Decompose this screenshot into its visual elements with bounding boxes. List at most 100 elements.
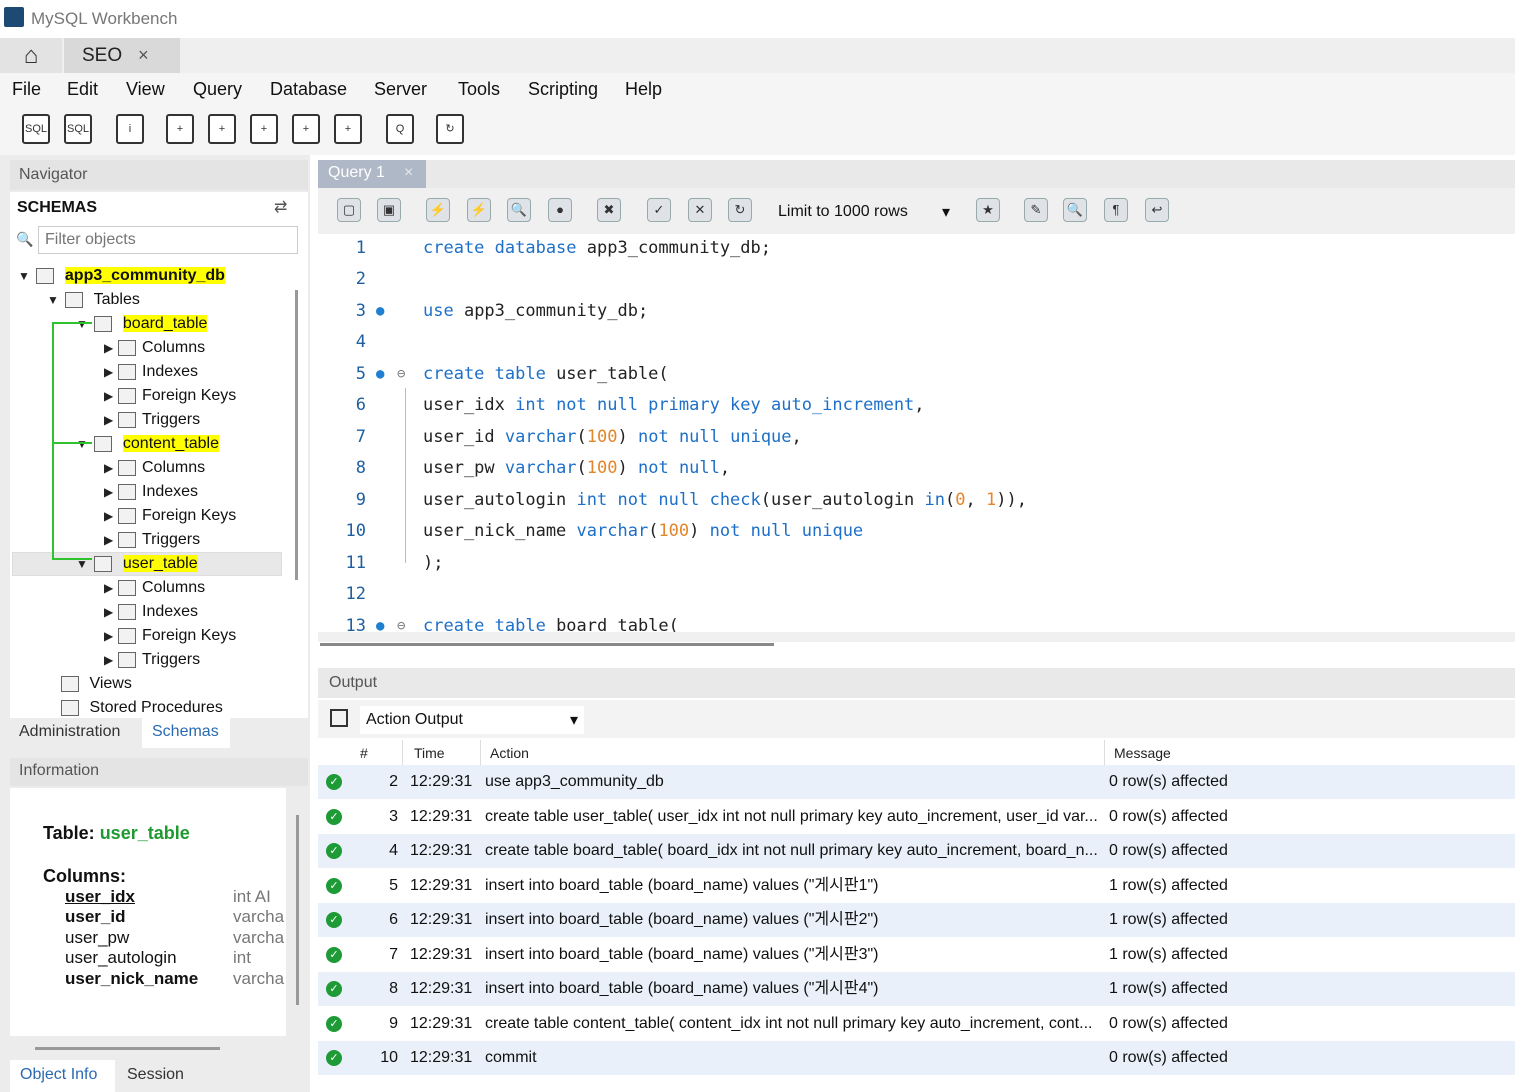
save-icon[interactable]: ▣ <box>377 198 401 222</box>
menu-database[interactable]: Database <box>270 79 347 100</box>
output-row[interactable]: ✓ 6 12:29:31 insert into board_table (bo… <box>318 903 1515 937</box>
tree-item-indexes[interactable]: ▶ Indexes <box>104 480 198 504</box>
code-line[interactable]: 8 user_pw varchar(100) not null, <box>318 453 1515 484</box>
column-separator[interactable] <box>402 740 403 766</box>
code-line[interactable]: 2 <box>318 264 1515 295</box>
tree-stored-procedures[interactable]: Stored Procedures <box>61 696 223 720</box>
expand-arrow-icon[interactable]: ▼ <box>76 552 90 576</box>
menu-server[interactable]: Server <box>374 79 427 100</box>
tab-session[interactable]: Session <box>127 1066 184 1084</box>
find-icon[interactable]: 🔍 <box>1063 198 1087 222</box>
column-separator[interactable] <box>1104 740 1105 766</box>
tree-table-content[interactable]: ▼ content_table <box>76 432 219 456</box>
code-line[interactable]: 10 user_nick_name varchar(100) not null … <box>318 516 1515 547</box>
collapse-arrow-icon[interactable]: ▶ <box>104 408 118 432</box>
output-row[interactable]: ✓ 4 12:29:31 create table board_table( b… <box>318 834 1515 868</box>
create-schema-icon[interactable]: + <box>166 114 194 144</box>
menu-tools[interactable]: Tools <box>458 79 500 100</box>
output-row[interactable]: ✓ 8 12:29:31 insert into board_table (bo… <box>318 972 1515 1006</box>
column-header-number[interactable]: # <box>360 745 368 761</box>
stop-icon[interactable]: ● <box>548 198 572 222</box>
execute-icon[interactable]: ⚡ <box>426 198 450 222</box>
collapse-arrow-icon[interactable]: ▶ <box>104 384 118 408</box>
copy-icon[interactable] <box>330 709 348 727</box>
tree-item-columns[interactable]: ▶ Columns <box>104 336 205 360</box>
limit-rows-select[interactable]: Limit to 1000 rows ▾ <box>772 199 956 225</box>
information-scrollbar[interactable] <box>296 815 299 1005</box>
tree-table-user[interactable]: ▼ user_table <box>76 552 198 576</box>
autocommit-icon[interactable]: ↻ <box>728 198 752 222</box>
collapse-arrow-icon[interactable]: ▶ <box>104 480 118 504</box>
menu-scripting[interactable]: Scripting <box>528 79 598 100</box>
code-line[interactable]: 13 ● ⊖ create table board_table( <box>318 611 1515 632</box>
close-icon[interactable]: × <box>138 45 149 66</box>
output-row[interactable]: ✓ 5 12:29:31 insert into board_table (bo… <box>318 869 1515 903</box>
column-header-action[interactable]: Action <box>490 745 529 761</box>
home-tab[interactable]: ⌂ <box>0 38 62 73</box>
rollback-icon[interactable]: ✕ <box>688 198 712 222</box>
tree-item-columns[interactable]: ▶ Columns <box>104 456 205 480</box>
create-view-icon[interactable]: + <box>250 114 278 144</box>
expand-arrow-icon[interactable]: ▼ <box>76 312 90 336</box>
collapse-arrow-icon[interactable]: ▶ <box>104 576 118 600</box>
tree-views[interactable]: Views <box>61 672 132 696</box>
close-icon[interactable]: × <box>404 164 413 182</box>
refresh-icon[interactable]: ⇄ <box>274 197 287 217</box>
inspector-icon[interactable]: i <box>116 114 144 144</box>
collapse-arrow-icon[interactable]: ▶ <box>104 648 118 672</box>
code-line[interactable]: 11 ); <box>318 548 1515 579</box>
fold-toggle-icon[interactable]: ⊖ <box>397 359 405 390</box>
expand-arrow-icon[interactable]: ▼ <box>18 264 32 288</box>
explain-icon[interactable]: 🔍 <box>507 198 531 222</box>
output-row[interactable]: ✓ 3 12:29:31 create table user_table( us… <box>318 800 1515 834</box>
collapse-arrow-icon[interactable]: ▶ <box>104 456 118 480</box>
code-line[interactable]: 12 <box>318 579 1515 610</box>
tree-item-foreign-keys[interactable]: ▶ Foreign Keys <box>104 624 236 648</box>
output-mode-select[interactable]: Action Output ▾ <box>360 706 584 734</box>
tab-schemas[interactable]: Schemas <box>142 718 230 748</box>
tree-item-indexes[interactable]: ▶ Indexes <box>104 360 198 384</box>
column-header-time[interactable]: Time <box>414 745 445 761</box>
commit-icon[interactable]: ✓ <box>647 198 671 222</box>
menu-view[interactable]: View <box>126 79 165 100</box>
create-procedure-icon[interactable]: + <box>292 114 320 144</box>
collapse-arrow-icon[interactable]: ▶ <box>104 624 118 648</box>
expand-arrow-icon[interactable]: ▼ <box>47 288 61 312</box>
collapse-arrow-icon[interactable]: ▶ <box>104 504 118 528</box>
collapse-arrow-icon[interactable]: ▶ <box>104 360 118 384</box>
add-snippet-icon[interactable]: ★ <box>976 198 1000 222</box>
beautify-icon[interactable]: ✎ <box>1024 198 1048 222</box>
column-separator[interactable] <box>480 740 481 766</box>
tree-item-indexes[interactable]: ▶ Indexes <box>104 600 198 624</box>
tree-item-columns[interactable]: ▶ Columns <box>104 576 205 600</box>
create-function-icon[interactable]: + <box>334 114 362 144</box>
invisible-chars-icon[interactable]: ¶ <box>1104 198 1128 222</box>
collapse-arrow-icon[interactable]: ▶ <box>104 600 118 624</box>
tree-table-board[interactable]: ▼ board_table <box>76 312 208 336</box>
tree-item-foreign-keys[interactable]: ▶ Foreign Keys <box>104 384 236 408</box>
code-line[interactable]: 9 user_autologin int not null check(user… <box>318 485 1515 516</box>
expand-arrow-icon[interactable]: ▼ <box>76 432 90 456</box>
editor-hscrollbar[interactable] <box>318 632 1515 642</box>
menu-help[interactable]: Help <box>625 79 662 100</box>
fold-toggle-icon[interactable]: ⊖ <box>397 611 405 632</box>
code-line[interactable]: 7 user_id varchar(100) not null unique, <box>318 422 1515 453</box>
column-header-message[interactable]: Message <box>1114 745 1171 761</box>
tree-schema-app3-community-db[interactable]: ▼ app3_community_db <box>18 264 225 288</box>
tree-item-triggers[interactable]: ▶ Triggers <box>104 408 200 432</box>
filter-objects-input[interactable] <box>43 230 287 250</box>
code-line[interactable]: 6 user_idx int not null primary key auto… <box>318 390 1515 421</box>
collapse-arrow-icon[interactable]: ▶ <box>104 336 118 360</box>
tree-item-triggers[interactable]: ▶ Triggers <box>104 528 200 552</box>
tab-query-1[interactable]: Query 1 × <box>318 160 426 188</box>
navigator-scrollbar[interactable] <box>295 290 298 580</box>
collapse-arrow-icon[interactable]: ▶ <box>104 528 118 552</box>
tree-tables[interactable]: ▼ Tables <box>47 288 140 312</box>
information-hscrollbar[interactable] <box>35 1047 220 1050</box>
search-table-data-icon[interactable]: Q <box>386 114 414 144</box>
new-sql-tab-icon[interactable]: SQL <box>22 114 50 144</box>
tree-item-triggers[interactable]: ▶ Triggers <box>104 648 200 672</box>
open-folder-icon[interactable]: ▢ <box>337 198 361 222</box>
code-line[interactable]: 3 ● use app3_community_db; <box>318 296 1515 327</box>
output-row[interactable]: ✓ 10 12:29:31 commit 0 row(s) affected <box>318 1041 1515 1075</box>
